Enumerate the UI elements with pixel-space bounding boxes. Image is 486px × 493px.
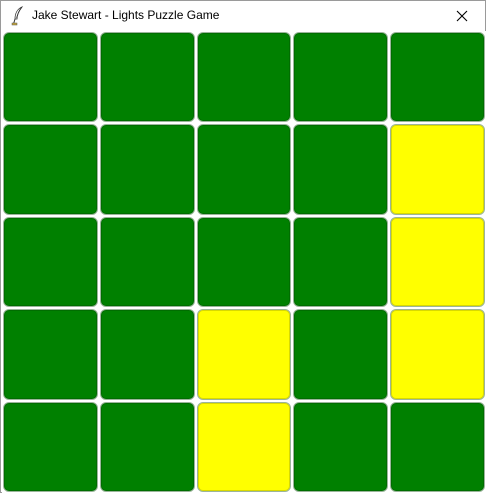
light-cell-r2-c4[interactable] [293,124,389,215]
title-bar[interactable]: Jake Stewart - Lights Puzzle Game [1,1,485,31]
light-cell-r5-c4[interactable] [293,401,389,492]
light-cell-r3-c4[interactable] [293,216,389,308]
light-cell-r2-c3[interactable] [196,124,292,215]
light-cell-r4-c4[interactable] [293,309,389,400]
light-cell-r2-c5[interactable] [390,124,485,215]
light-cell-r4-c5[interactable] [390,309,485,400]
light-cell-r3-c5[interactable] [390,216,485,308]
light-cell-r3-c3[interactable] [196,216,292,308]
close-button[interactable] [439,1,485,31]
window-title: Jake Stewart - Lights Puzzle Game [32,8,220,22]
light-cell-r4-c3[interactable] [196,309,292,400]
light-cell-r2-c1[interactable] [3,124,98,215]
light-cell-r5-c5[interactable] [390,401,485,492]
light-cell-r4-c1[interactable] [3,309,98,400]
light-cell-r3-c1[interactable] [3,216,98,308]
light-cell-r1-c1[interactable] [3,32,98,123]
light-cell-r3-c2[interactable] [99,216,195,308]
light-cell-r5-c2[interactable] [99,401,195,492]
lights-board [2,31,486,493]
light-cell-r1-c2[interactable] [99,32,195,123]
light-cell-r1-c5[interactable] [390,32,485,123]
light-cell-r4-c2[interactable] [99,309,195,400]
light-cell-r1-c4[interactable] [293,32,389,123]
app-window: Jake Stewart - Lights Puzzle Game [0,0,486,493]
close-icon [456,10,468,22]
light-cell-r5-c3[interactable] [196,401,292,492]
light-cell-r1-c3[interactable] [196,32,292,123]
light-cell-r2-c2[interactable] [99,124,195,215]
light-cell-r5-c1[interactable] [3,401,98,492]
feather-quill-icon [10,6,26,26]
